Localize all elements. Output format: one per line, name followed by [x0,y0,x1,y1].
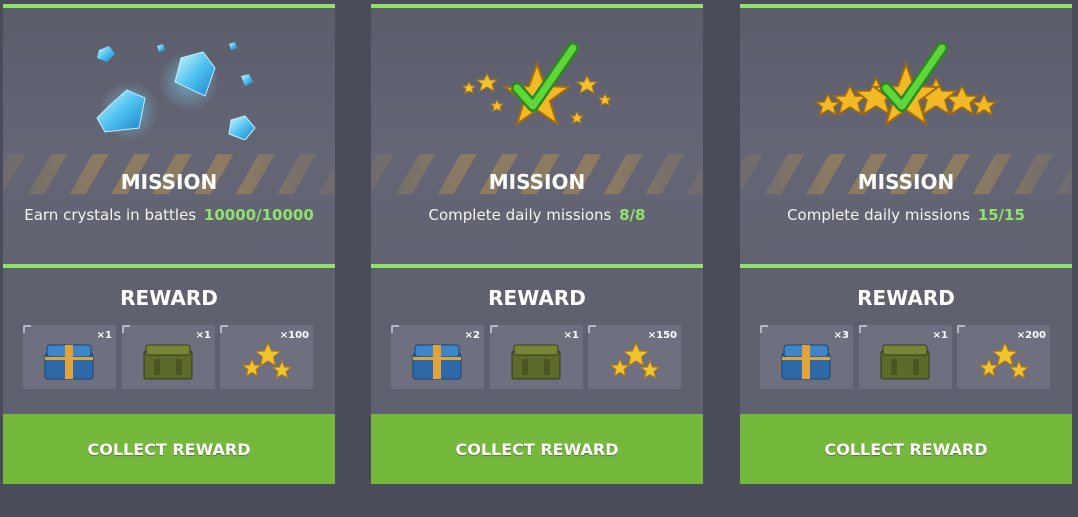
mission-title: MISSION [120,170,218,194]
mission-description-text: Earn crystals in battles [24,206,197,224]
blue-container-icon [412,344,462,380]
mission-progress: 8/8 [619,206,646,224]
reward-item-green-container[interactable]: ×1 [122,325,215,389]
reward-qty: ×3 [833,330,849,341]
reward-item-stars[interactable]: ×100 [220,325,313,389]
reward-qty: ×1 [563,330,579,341]
mission-panel: MISSION Complete daily missions 15/15 [740,8,1072,264]
star-row-checkmark-icon [813,42,999,127]
reward-item-stars[interactable]: ×200 [957,325,1050,389]
reward-items: ×2 ×1 ×150 [391,325,687,389]
reward-item-blue-container[interactable]: ×3 [760,325,853,389]
reward-item-stars[interactable]: ×150 [588,325,681,389]
reward-items: ×1 ×1 ×100 [23,325,319,389]
reward-item-blue-container[interactable]: ×2 [391,325,484,389]
reward-item-green-container[interactable]: ×1 [490,325,583,389]
reward-qty: ×2 [464,330,480,341]
corner-marker [122,325,130,333]
section-divider [3,264,335,268]
reward-qty: ×1 [932,330,948,341]
reward-qty: ×1 [195,330,211,341]
corner-marker [490,325,498,333]
reward-title: REWARD [857,286,955,310]
stars-icon [241,341,293,380]
corner-marker [957,325,965,333]
reward-qty: ×1 [96,330,112,341]
mission-description: Complete daily missions 15/15 [740,206,1072,224]
corner-marker [391,325,399,333]
corner-marker [588,325,596,333]
corner-marker [760,325,768,333]
mission-panel: MISSION Earn crystals in battles 10000/1… [3,8,335,264]
corner-marker [859,325,867,333]
stars-icon [609,341,661,380]
mission-description: Earn crystals in battles 10000/10000 [3,206,335,224]
corner-marker [23,325,31,333]
collect-reward-button[interactable]: COLLECT REWARD [3,414,335,484]
section-divider [371,264,703,268]
mission-title: MISSION [488,170,586,194]
mission-card-daily-8: MISSION Complete daily missions 8/8 REWA… [371,4,703,484]
stars-icon [978,341,1030,380]
star-checkmark-icon [461,42,613,127]
reward-title: REWARD [488,286,586,310]
mission-panel: MISSION Complete daily missions 8/8 [371,8,703,264]
reward-item-blue-container[interactable]: ×1 [23,325,116,389]
mission-progress: 10000/10000 [203,206,314,224]
mission-description-text: Complete daily missions [428,206,612,224]
collect-reward-button[interactable]: COLLECT REWARD [371,414,703,484]
section-divider [740,264,1072,268]
mission-progress: 15/15 [977,206,1025,224]
reward-title: REWARD [120,286,218,310]
mission-title: MISSION [857,170,955,194]
collect-reward-button[interactable]: COLLECT REWARD [740,414,1072,484]
corner-marker [220,325,228,333]
green-container-icon [143,344,193,380]
blue-container-icon [44,344,94,380]
crystals-icon [96,42,256,140]
mission-card-daily-15: MISSION Complete daily missions 15/15 RE… [740,4,1072,484]
reward-items: ×3 ×1 ×200 [760,325,1056,389]
blue-container-icon [781,344,831,380]
mission-description-text: Complete daily missions [787,206,970,224]
green-container-icon [511,344,561,380]
mission-card-crystals: MISSION Earn crystals in battles 10000/1… [3,4,335,484]
reward-item-green-container[interactable]: ×1 [859,325,952,389]
green-container-icon [880,344,930,380]
mission-description: Complete daily missions 8/8 [371,206,703,224]
